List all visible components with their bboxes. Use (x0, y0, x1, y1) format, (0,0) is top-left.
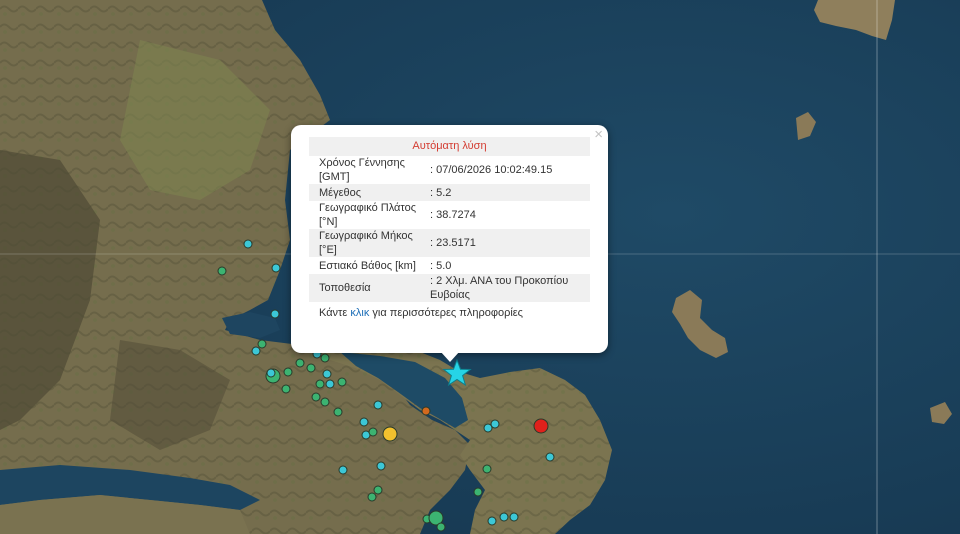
quake-marker[interactable] (320, 397, 330, 407)
quake-info-popup: × Αυτόματη λύση Χρόνος Γέννησης [GMT] : … (291, 125, 608, 353)
quake-marker[interactable] (376, 461, 386, 471)
quake-marker[interactable] (337, 377, 347, 387)
quake-marker[interactable] (490, 419, 500, 429)
row-longitude: Γεωγραφικό Μήκος [°E] : 23.5171 (309, 229, 590, 257)
quake-marker[interactable] (367, 492, 377, 502)
quake-marker[interactable] (217, 266, 227, 276)
magnitude-label: Μέγεθος (319, 186, 362, 199)
quake-marker[interactable] (373, 400, 383, 410)
popup-title: Αυτόματη λύση (309, 137, 590, 156)
quake-marker[interactable] (487, 516, 497, 526)
quake-marker[interactable] (333, 407, 343, 417)
quake-marker[interactable] (320, 353, 330, 363)
quake-marker[interactable] (271, 263, 281, 273)
quake-marker[interactable] (482, 464, 492, 474)
magnitude-value: : 5.2 (430, 186, 452, 199)
location-value: : 2 Χλμ. ΑΝΑ του Προκοπίου Ευβοίας (430, 275, 569, 301)
quake-marker[interactable] (473, 487, 483, 497)
quake-marker[interactable] (251, 346, 261, 356)
quake-marker[interactable] (306, 363, 316, 373)
quake-marker[interactable] (382, 426, 398, 442)
depth-label: Εστιακό Βάθος [km] (319, 259, 416, 272)
quake-marker[interactable] (311, 392, 321, 402)
quake-marker[interactable] (533, 418, 549, 434)
location-label: Τοποθεσία (319, 282, 371, 294)
quake-marker[interactable] (243, 239, 253, 249)
quake-marker[interactable] (325, 379, 335, 389)
latitude-value: : 38.7274 (430, 209, 476, 221)
close-icon[interactable]: × (594, 126, 603, 144)
row-magnitude: Μέγεθος : 5.2 (309, 184, 590, 201)
row-latitude: Γεωγραφικό Πλάτος [°N] : 38.7274 (309, 201, 590, 229)
row-location: Τοποθεσία : 2 Χλμ. ΑΝΑ του Προκοπίου Ευβ… (309, 274, 590, 302)
quake-marker[interactable] (266, 368, 276, 378)
latitude-label: Γεωγραφικό Πλάτος [°N] (319, 202, 417, 228)
quake-marker[interactable] (545, 452, 555, 462)
quake-marker[interactable] (509, 512, 519, 522)
quake-marker[interactable] (499, 512, 509, 522)
more-info-line: Κάντε κλικ για περισσότερες πληροφορίες (309, 306, 590, 320)
quake-marker[interactable] (322, 369, 332, 379)
popup-tip (440, 351, 460, 362)
row-depth: Εστιακό Βάθος [km] : 5.0 (309, 257, 590, 274)
more-info-prefix: Κάντε (319, 307, 351, 319)
quake-marker[interactable] (281, 384, 291, 394)
longitude-value: : 23.5171 (430, 237, 476, 249)
quake-marker[interactable] (338, 465, 348, 475)
quake-marker[interactable] (283, 367, 293, 377)
quake-marker[interactable] (368, 427, 378, 437)
origin-time-label: Χρόνος Γέννησης [GMT] (319, 157, 405, 183)
quake-marker[interactable] (295, 358, 305, 368)
more-info-suffix: για περισσότερες πληροφορίες (369, 307, 523, 319)
quake-marker[interactable] (421, 406, 431, 416)
quake-marker[interactable] (270, 309, 280, 319)
quake-marker[interactable] (257, 339, 267, 349)
quake-marker[interactable] (359, 417, 369, 427)
longitude-label: Γεωγραφικό Μήκος [°E] (319, 230, 413, 256)
quake-marker[interactable] (436, 522, 446, 532)
quake-marker[interactable] (315, 379, 325, 389)
quake-marker[interactable] (373, 485, 383, 495)
more-info-link[interactable]: κλικ (350, 307, 369, 319)
origin-time-value: : 07/06/2026 10:02:49.15 (430, 164, 553, 176)
row-origin-time: Χρόνος Γέννησης [GMT] : 07/06/2026 10:02… (309, 156, 590, 184)
depth-value: : 5.0 (430, 259, 452, 272)
